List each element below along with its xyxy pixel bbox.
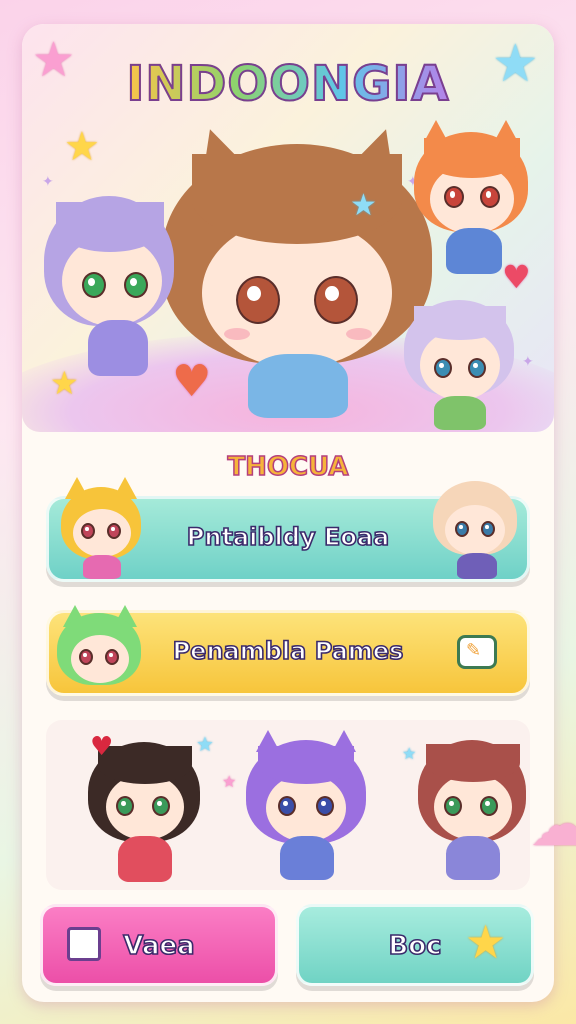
right-action-button[interactable]: Boc ★ — [296, 904, 534, 986]
blonde-boy-character-icon — [433, 477, 517, 581]
star-decoration-icon: ★ — [64, 124, 100, 170]
game-title: INDOONGIA — [22, 55, 554, 113]
purple-cat-character-card[interactable] — [246, 730, 366, 886]
game-card-icon: ✎ — [457, 635, 497, 669]
sparkle-icon: ✦ — [42, 174, 54, 190]
left-action-button[interactable]: Vaea — [40, 904, 278, 986]
cloud-decoration-icon: ☁ — [530, 790, 576, 860]
hero-banner: ★ ★ ★ ★ ✦ ✦ ✦ INDOONGIA ★ ♥ — [22, 24, 554, 432]
heart-icon: ♥ — [172, 356, 212, 407]
star-icon: ★ — [465, 915, 507, 969]
star-decoration-icon: ★ — [222, 772, 237, 791]
menu-button-1[interactable]: Pntaibldy Eoaa — [46, 477, 530, 582]
black-hair-character-card[interactable]: ♥ — [88, 732, 200, 886]
game-menu-card: ★ ★ ★ ★ ✦ ✦ ✦ INDOONGIA ★ ♥ — [22, 24, 554, 1002]
heart-icon: ♥ — [502, 258, 531, 296]
lilac-hair-character-illustration — [404, 300, 518, 430]
menu-button-2-label: Penambla Pames — [172, 636, 404, 666]
character-gallery: ★ ★ ★ ★ ♥ — [46, 720, 530, 890]
left-action-label: Vaea — [122, 930, 195, 962]
star-decoration-icon: ★ — [350, 188, 377, 223]
menu-button-2[interactable]: Penambla Pames ✎ — [46, 605, 530, 696]
sparkle-icon: ✦ — [522, 354, 534, 370]
star-decoration-icon: ★ — [402, 744, 417, 763]
purple-hair-character-illustration — [44, 196, 174, 386]
orange-hair-character-illustration — [414, 120, 528, 280]
auburn-hair-character-card[interactable] — [418, 734, 530, 884]
